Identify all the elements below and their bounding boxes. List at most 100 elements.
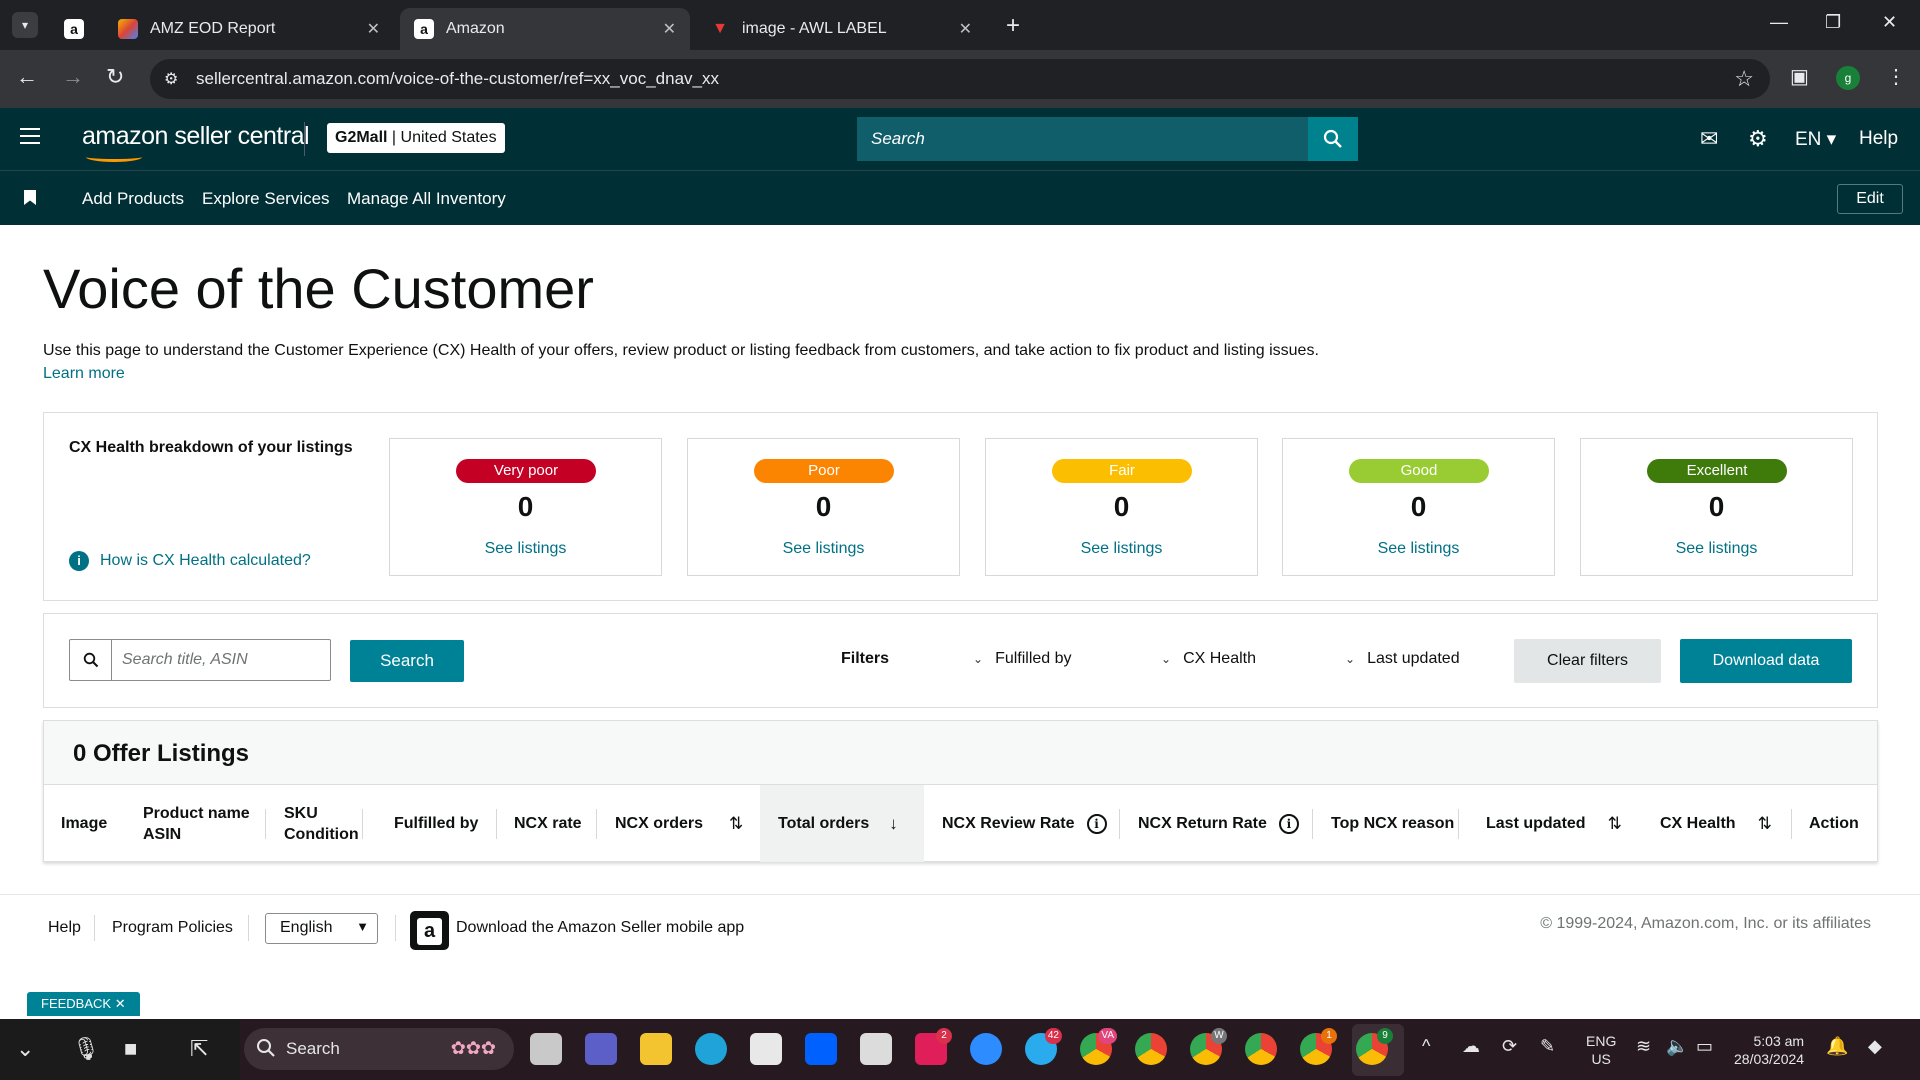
back-icon[interactable]: ← xyxy=(16,64,38,90)
notifications-bell-icon[interactable]: 🔔 xyxy=(1826,1036,1848,1057)
close-tab-icon[interactable]: ✕ xyxy=(367,19,380,39)
sort-icon[interactable]: ⇅ xyxy=(1758,813,1772,834)
settings-gear-icon[interactable]: ⚙ xyxy=(1748,126,1768,152)
share-screen-icon[interactable]: ⇱ xyxy=(190,1036,208,1062)
tab-awl-label[interactable]: ▼ image - AWL LABEL ✕ xyxy=(696,8,986,50)
learn-more-link[interactable]: Learn more xyxy=(43,365,125,383)
reload-icon[interactable]: ↻ xyxy=(106,64,124,90)
battery-icon[interactable]: ▭ xyxy=(1696,1036,1713,1057)
last-updated-dropdown[interactable]: ⌄ Last updated xyxy=(1345,650,1460,668)
header-search-button[interactable] xyxy=(1308,117,1358,161)
camera-icon[interactable]: ■ xyxy=(124,1036,137,1062)
chrome-icon[interactable]: VA xyxy=(1080,1028,1117,1065)
quicklink-explore-services[interactable]: Explore Services xyxy=(202,189,330,209)
footer-program-policies-link[interactable]: Program Policies xyxy=(112,919,233,937)
show-hidden-icons-icon[interactable]: ^ xyxy=(1422,1036,1430,1057)
listing-search-input[interactable]: Search title, ASIN xyxy=(69,639,331,681)
quicklink-add-products[interactable]: Add Products xyxy=(82,189,184,209)
chrome-icon[interactable]: W xyxy=(1190,1028,1227,1065)
pen-icon[interactable]: ✎ xyxy=(1540,1036,1555,1057)
cx-health-help[interactable]: i How is CX Health calculated? xyxy=(69,551,311,571)
amazon-app-icon[interactable] xyxy=(860,1033,892,1065)
col-total-orders[interactable]: Total orders ↓ xyxy=(760,785,924,862)
header-search-input[interactable]: Search xyxy=(857,117,1309,161)
close-tab-icon[interactable]: ✕ xyxy=(663,19,676,39)
tab-search-dropdown-icon[interactable]: ▾ xyxy=(12,12,38,38)
see-listings-link[interactable]: See listings xyxy=(1283,540,1554,558)
sync-icon[interactable]: ⟳ xyxy=(1502,1036,1517,1057)
chrome-icon[interactable] xyxy=(1245,1033,1277,1065)
volume-icon[interactable]: 🔈 xyxy=(1666,1036,1688,1057)
cx-health-dropdown[interactable]: ⌄ CX Health xyxy=(1161,650,1256,668)
chrome-icon[interactable] xyxy=(1135,1033,1167,1065)
new-tab-icon[interactable]: + xyxy=(1006,12,1020,40)
taskbar-search[interactable]: Search ✿✿✿ xyxy=(244,1028,514,1070)
sort-descending-icon[interactable]: ↓ xyxy=(889,813,898,834)
info-icon[interactable]: i xyxy=(1086,813,1107,834)
file-explorer-icon[interactable] xyxy=(640,1033,672,1065)
cx-health-help-link[interactable]: How is CX Health calculated? xyxy=(100,552,311,570)
bookmark-icon[interactable] xyxy=(24,190,36,205)
site-info-icon[interactable]: ⚙ xyxy=(164,69,178,89)
clear-filters-button[interactable]: Clear filters xyxy=(1514,639,1661,683)
ms-store-icon[interactable] xyxy=(750,1033,782,1065)
footer-help-link[interactable]: Help xyxy=(48,919,81,937)
see-listings-link[interactable]: See listings xyxy=(1581,540,1852,558)
onedrive-icon[interactable]: ☁ xyxy=(1462,1036,1480,1057)
task-view-icon[interactable] xyxy=(530,1033,562,1065)
footer-language-select[interactable]: English ▼ xyxy=(265,913,378,944)
profile-badge: W xyxy=(1211,1028,1227,1044)
slack-icon[interactable]: 2 xyxy=(915,1028,952,1065)
teams-icon[interactable] xyxy=(585,1033,617,1065)
dropbox-icon[interactable] xyxy=(805,1033,837,1065)
system-clock[interactable]: 5:03 am 28/03/2024 xyxy=(1734,1032,1804,1068)
restore-icon[interactable]: ❐ xyxy=(1825,12,1841,33)
see-listings-link[interactable]: See listings xyxy=(986,540,1257,558)
tab-amazon-pinned[interactable]: a xyxy=(50,8,100,50)
profile-avatar[interactable]: g xyxy=(1836,66,1860,90)
feedback-tab[interactable]: FEEDBACK ✕ xyxy=(27,992,140,1016)
language-selector[interactable]: EN ▾ xyxy=(1795,128,1836,151)
forward-icon[interactable]: → xyxy=(62,64,84,90)
close-tab-icon[interactable]: ✕ xyxy=(959,19,972,39)
sort-icon[interactable]: ⇅ xyxy=(1608,813,1622,834)
zoom-icon[interactable] xyxy=(970,1033,1002,1065)
download-data-button[interactable]: Download data xyxy=(1680,639,1852,683)
download-app-link[interactable]: Download the Amazon Seller mobile app xyxy=(456,919,744,937)
amazon-seller-central-logo[interactable]: amazon seller central xyxy=(82,122,310,162)
telegram-icon[interactable]: 42 xyxy=(1025,1028,1062,1065)
col-last-updated[interactable]: Last updated ⇅ xyxy=(1486,785,1622,862)
store-switcher[interactable]: G2Mall | United States xyxy=(327,123,505,153)
help-link[interactable]: Help xyxy=(1859,128,1898,150)
side-panel-icon[interactable]: ▣ xyxy=(1790,64,1809,89)
see-listings-link[interactable]: See listings xyxy=(390,540,661,558)
input-language[interactable]: ENG US xyxy=(1586,1032,1616,1068)
edit-quicklinks-button[interactable]: Edit xyxy=(1837,184,1903,214)
chrome-icon-active[interactable]: 9 xyxy=(1356,1028,1393,1065)
address-bar[interactable]: ⚙ sellercentral.amazon.com/voice-of-the-… xyxy=(150,59,1770,99)
sort-icon[interactable]: ⇅ xyxy=(729,813,743,834)
search-button[interactable]: Search xyxy=(350,640,464,682)
close-icon[interactable]: ✕ xyxy=(115,996,126,1011)
tab-amz-eod-report[interactable]: AMZ EOD Report ✕ xyxy=(104,8,394,50)
copilot-icon[interactable]: ◆ xyxy=(1868,1036,1882,1057)
wifi-icon[interactable]: ≋ xyxy=(1636,1036,1651,1057)
hamburger-menu-icon[interactable] xyxy=(20,128,40,144)
see-listings-link[interactable]: See listings xyxy=(688,540,959,558)
mail-icon[interactable]: ✉ xyxy=(1700,126,1718,152)
amazon-seller-app-icon[interactable]: a xyxy=(410,911,449,950)
quicklink-manage-inventory[interactable]: Manage All Inventory xyxy=(347,189,506,209)
mic-muted-icon[interactable]: 🎙 xyxy=(72,1036,100,1062)
info-icon[interactable]: i xyxy=(1278,813,1299,834)
browser-menu-icon[interactable]: ⋮ xyxy=(1886,64,1906,89)
col-ncx-orders[interactable]: NCX orders ⇅ xyxy=(615,785,743,862)
close-window-icon[interactable]: ✕ xyxy=(1882,12,1897,33)
fulfilled-by-dropdown[interactable]: ⌄ Fulfilled by xyxy=(973,650,1072,668)
tab-amazon[interactable]: a Amazon ✕ xyxy=(400,8,690,50)
chrome-icon[interactable]: 1 xyxy=(1300,1028,1337,1065)
bookmark-star-icon[interactable]: ☆ xyxy=(1734,66,1754,92)
col-cx-health[interactable]: CX Health ⇅ xyxy=(1660,785,1772,862)
edge-icon[interactable] xyxy=(695,1033,727,1065)
chevron-down-icon[interactable]: ⌄ xyxy=(16,1036,34,1062)
minimize-icon[interactable]: — xyxy=(1770,12,1788,33)
